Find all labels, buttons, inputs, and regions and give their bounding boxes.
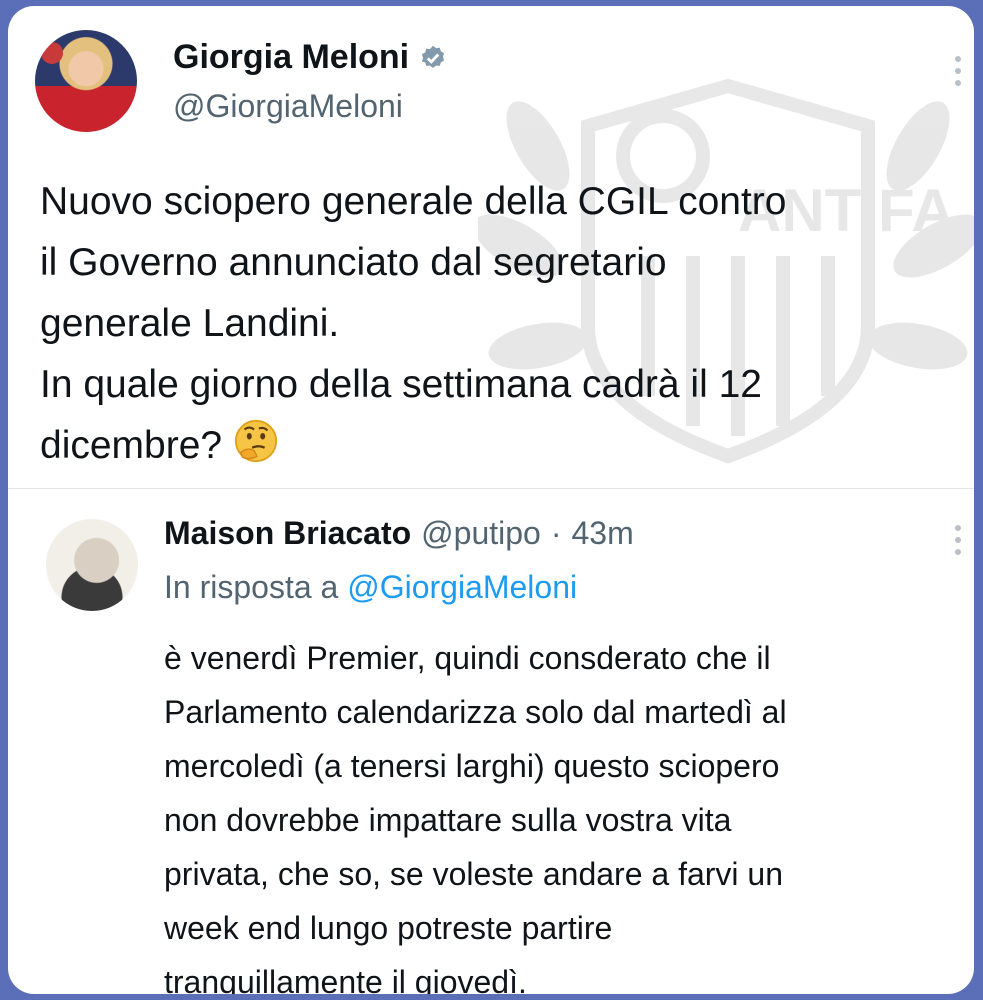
post-author-name[interactable]: Giorgia Meloni bbox=[173, 38, 409, 77]
avatar-maison-briacato[interactable] bbox=[46, 519, 138, 611]
in-reply-handle-link[interactable]: @GiorgiaMeloni bbox=[347, 569, 577, 605]
in-reply-to: In risposta a @GiorgiaMeloni bbox=[164, 569, 577, 606]
avatar-giorgia-meloni[interactable] bbox=[35, 30, 137, 132]
flag-icon bbox=[41, 42, 63, 64]
reply-more-options-icon[interactable] bbox=[952, 525, 964, 555]
post-body: Nuovo sciopero generale della CGIL contr… bbox=[40, 180, 787, 467]
reply-author-row: Maison Briacato @putipo · 43m bbox=[164, 515, 634, 552]
verified-badge-icon bbox=[422, 45, 445, 68]
reply-author-name[interactable]: Maison Briacato bbox=[164, 515, 411, 552]
reply-author-handle[interactable]: @putipo bbox=[421, 515, 541, 552]
reply-separator: · bbox=[550, 515, 562, 551]
in-reply-prefix: In risposta a bbox=[164, 569, 339, 605]
more-options-icon[interactable] bbox=[952, 56, 964, 86]
post-author-handle[interactable]: @GiorgiaMeloni bbox=[173, 88, 403, 125]
post-text: Nuovo sciopero generale della CGIL contr… bbox=[40, 171, 960, 476]
screenshot-card: ANTIFA Giorgia Meloni @GiorgiaMeloni Nuo… bbox=[8, 6, 974, 994]
thinking-face-icon bbox=[234, 419, 278, 463]
reply-time[interactable]: 43m bbox=[572, 515, 634, 552]
post-author-row: Giorgia Meloni bbox=[173, 38, 447, 77]
reply-text: è venerdì Premier, quindi consderato che… bbox=[164, 640, 787, 994]
main-post: Giorgia Meloni @GiorgiaMeloni Nuovo scio… bbox=[8, 6, 974, 486]
reply-post: Maison Briacato @putipo · 43m In rispost… bbox=[8, 489, 974, 994]
